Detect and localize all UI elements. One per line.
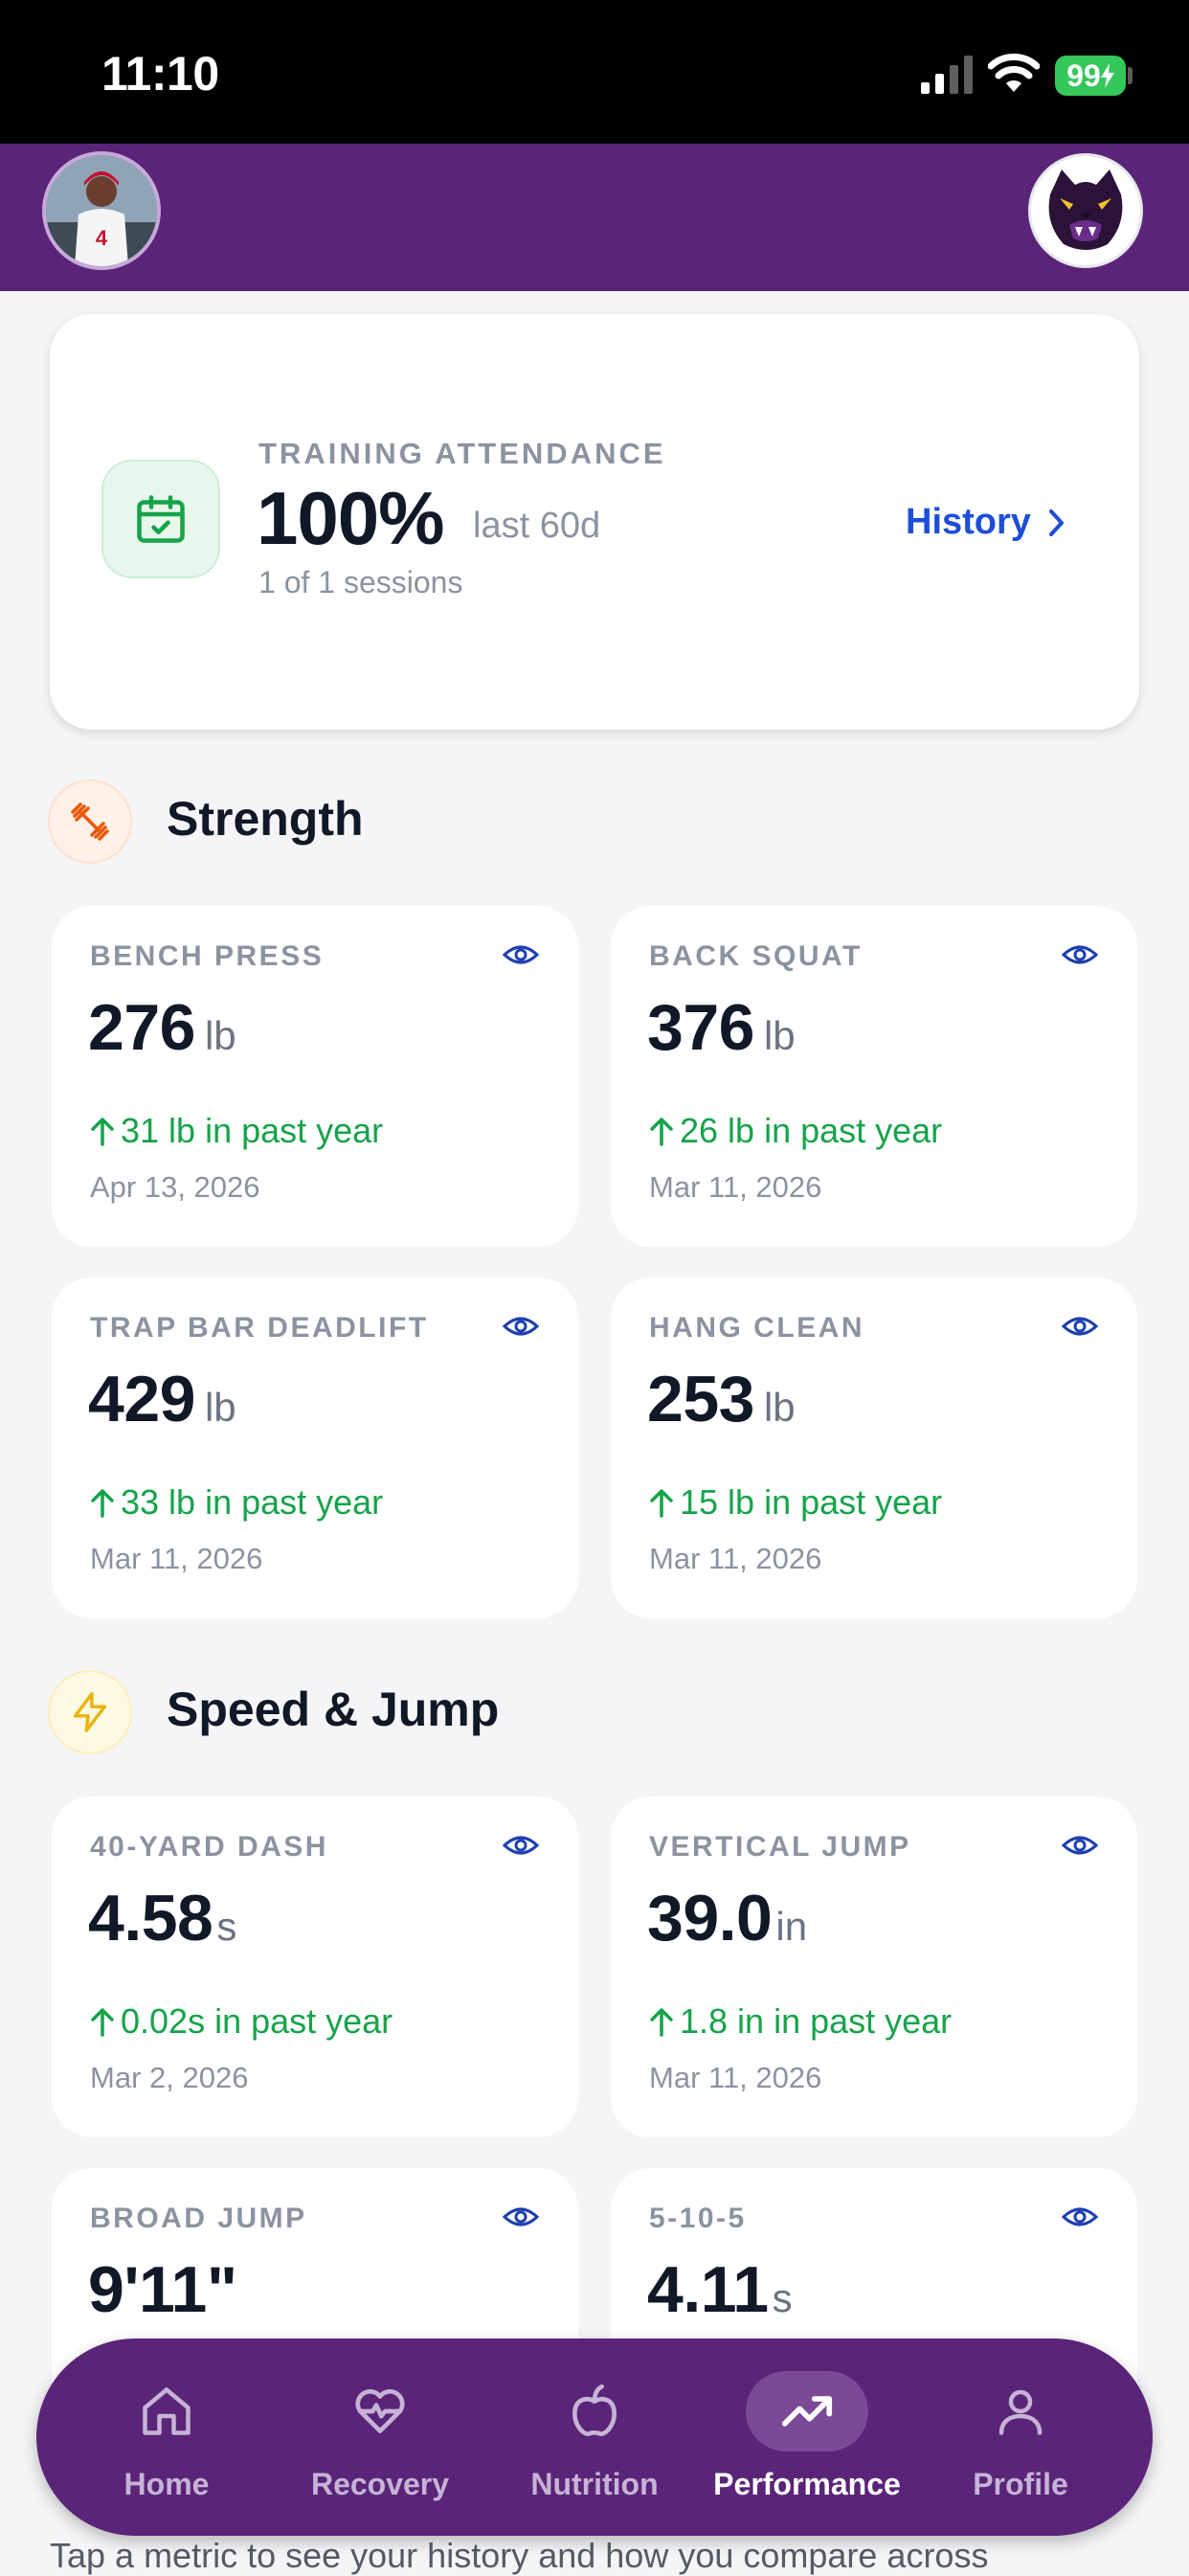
metric-unit: s [216,1904,237,1949]
metric-value: 429 lb [88,1363,236,1435]
metric-value: 376 lb [647,991,796,1064]
metric-unit: lb [204,1385,236,1430]
user-avatar[interactable]: 4 [42,151,161,270]
metric-label: 5-10-5 [649,2203,747,2234]
attendance-label: TRAINING ATTENDANCE [258,437,666,470]
arrow-up-icon [650,1489,673,1518]
wifi-icon [988,54,1040,92]
metric-label: TRAP BAR DEADLIFT [90,1312,429,1344]
nav-label-nutrition: Nutrition [530,2467,659,2501]
battery-tip [1128,67,1133,84]
attendance-period: last 60d [473,506,601,546]
chevron-right-icon [1048,508,1064,536]
calendar-check-icon [101,460,220,578]
attendance-sessions: 1 of 1 sessions [258,565,463,599]
battery-indicator: 99 [1055,56,1126,96]
eye-icon[interactable] [502,2203,540,2231]
training-attendance-card[interactable]: TRAINING ATTENDANCE 100% last 60d 1 of 1… [50,314,1139,730]
eye-icon[interactable] [1061,1312,1099,1341]
eye-icon[interactable] [1061,940,1099,969]
metric-unit: s [772,2275,793,2320]
metric-date: Mar 2, 2026 [90,2061,249,2094]
metric-value: 276 lb [88,991,236,1064]
metric-value: 4.11s [647,2253,793,2326]
metric-unit: lb [204,1013,236,1058]
metric-date: Mar 11, 2026 [649,1542,822,1575]
metric-card-trap-bar-deadlift[interactable]: TRAP BAR DEADLIFT 429 lb 33 lb in past ye… [52,1277,578,1618]
attendance-percentage: 100% [257,476,444,560]
team-logo [1028,153,1143,268]
arrow-up-icon [91,1489,114,1518]
strength-section-title: Strength [167,792,364,846]
arrow-up-icon [650,2008,673,2037]
lightning-icon [48,1670,132,1754]
metric-date: Mar 11, 2026 [90,1542,263,1575]
nav-item-home[interactable]: Home [71,2339,262,2536]
user-icon [959,2371,1082,2452]
battery-level: 99 [1066,57,1101,93]
history-label: History [906,502,1031,542]
eye-icon[interactable] [502,1312,540,1341]
metric-value: 4.58s [88,1882,237,1955]
athlete-photo: 4 [46,155,157,266]
eye-icon[interactable] [502,1831,540,1860]
arrow-up-icon [650,1118,673,1146]
eye-icon[interactable] [1061,2203,1099,2231]
metric-card-hang-clean[interactable]: HANG CLEAN 253 lb 15 lb in past year Mar … [611,1277,1137,1618]
nav-item-performance[interactable]: Performance [711,2339,903,2536]
metric-value: 39.0in [647,1882,808,1955]
metric-label: VERTICAL JUMP [649,1831,911,1863]
arrow-up-icon [91,2008,114,2037]
arrow-up-icon [91,1118,114,1146]
home-icon [105,2371,228,2452]
metric-change: 15 lb in past year [649,1482,942,1523]
heart-pulse-icon [319,2371,441,2452]
status-time: 11:10 [101,47,219,101]
metric-label: BACK SQUAT [649,940,863,972]
nav-item-nutrition[interactable]: Nutrition [499,2339,690,2536]
metric-change: 26 lb in past year [649,1111,942,1151]
svg-text:4: 4 [96,226,108,250]
nav-label-recovery: Recovery [310,2467,450,2501]
dumbbell-icon [48,780,132,864]
nav-label-profile: Profile [973,2467,1068,2501]
nav-label-home: Home [123,2467,210,2501]
metric-date: Apr 13, 2026 [90,1170,260,1204]
eye-icon[interactable] [1061,1831,1099,1860]
hint-text: Tap a metric to see your history and how… [50,2536,989,2575]
cellular-signal-icon [921,56,973,94]
metric-value: 9'11" [88,2253,237,2326]
nav-item-profile[interactable]: Profile [925,2339,1116,2536]
metric-unit: lb [763,1385,796,1430]
trending-up-icon [746,2371,868,2452]
metric-date: Mar 11, 2026 [649,2061,822,2094]
metric-card-bench-press[interactable]: BENCH PRESS 276 lb 31 lb in past year Apr… [52,906,578,1247]
metric-date: Mar 11, 2026 [649,1170,822,1204]
apple-icon [533,2371,656,2452]
metric-label: BROAD JUMP [90,2203,307,2234]
metric-unit: in [775,1904,808,1949]
nav-label-performance: Performance [713,2467,901,2501]
nav-item-recovery[interactable]: Recovery [284,2339,476,2536]
history-link[interactable]: History [906,502,1067,543]
metric-change: 0.02s in past year [90,2001,393,2042]
metric-change: 1.8 in in past year [649,2001,952,2042]
metric-change: 33 lb in past year [90,1482,383,1523]
metric-label: 40-YARD DASH [90,1831,328,1863]
metric-card-vertical-jump[interactable]: VERTICAL JUMP 39.0in 1.8 in in past year… [611,1796,1137,2137]
app-header [0,144,1189,291]
metric-card-40-yard-dash[interactable]: 40-YARD DASH 4.58s 0.02s in past year Ma… [52,1796,578,2137]
bottom-navigation: Home Recovery Nutrition Performance Prof… [36,2339,1153,2536]
status-bar: 11:10 99 [0,0,1189,144]
eye-icon[interactable] [502,940,540,969]
metric-label: BENCH PRESS [90,940,325,972]
metric-unit: lb [763,1013,796,1058]
metric-label: HANG CLEAN [649,1312,864,1344]
charging-bolt-icon [1100,63,1114,88]
metric-change: 31 lb in past year [90,1111,383,1151]
metric-card-back-squat[interactable]: BACK SQUAT 376 lb 26 lb in past year Mar … [611,906,1137,1247]
speed-jump-section-title: Speed & Jump [167,1683,500,1736]
metric-value: 253 lb [647,1363,796,1435]
